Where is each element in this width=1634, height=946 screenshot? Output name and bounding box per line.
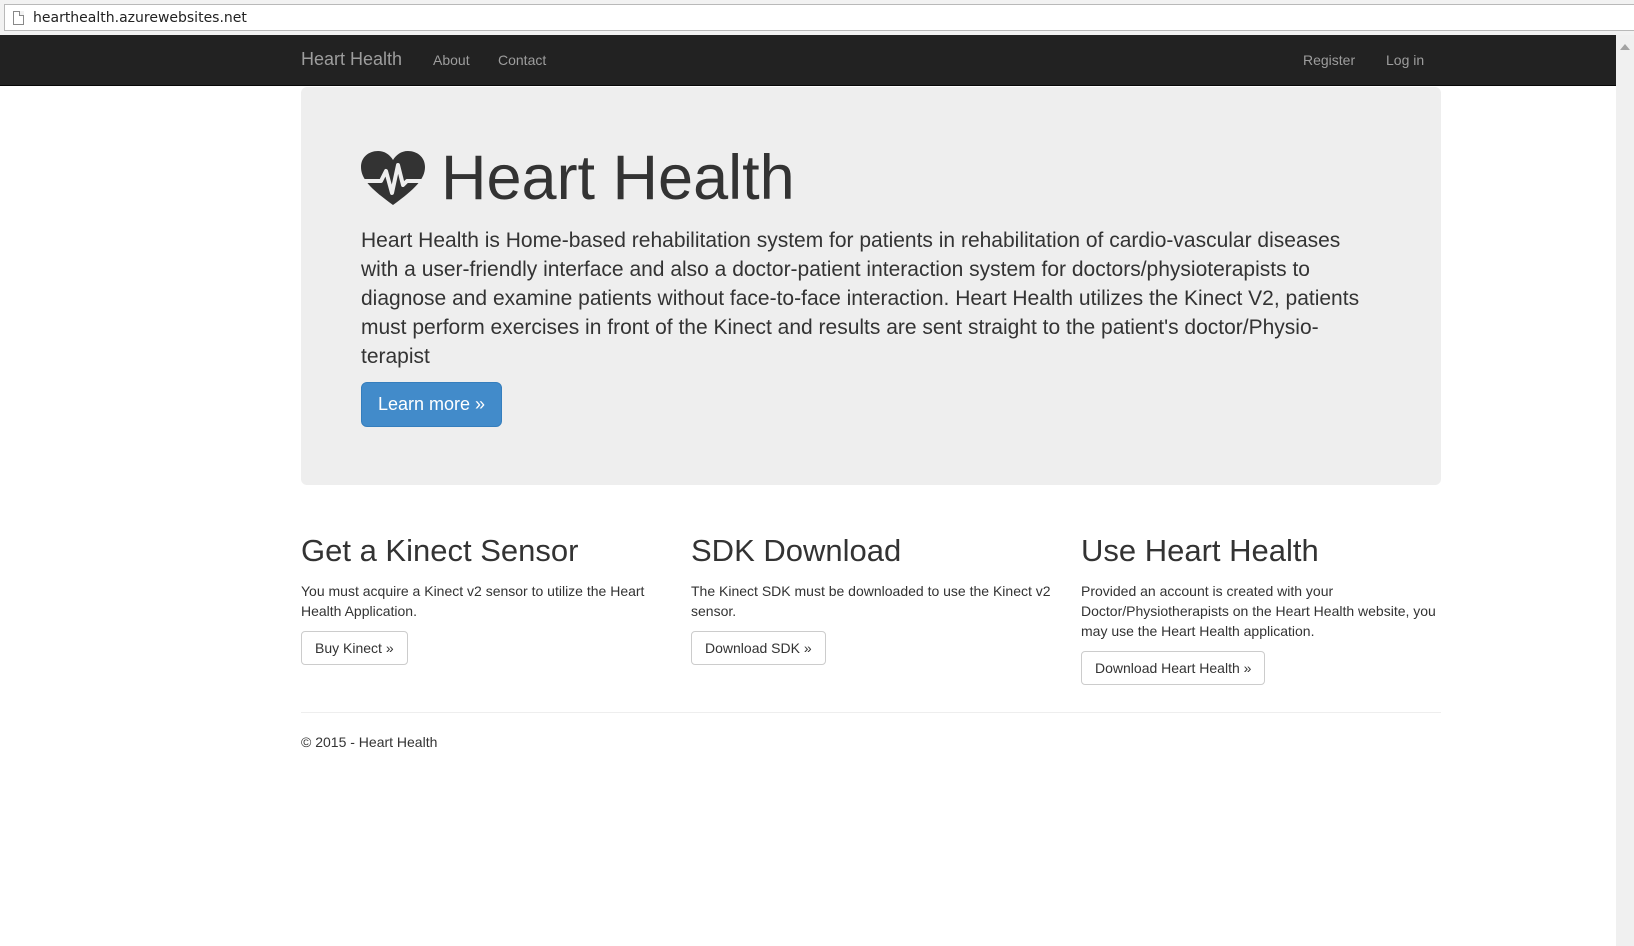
column-heading: Use Heart Health bbox=[1081, 533, 1319, 568]
column-text: You must acquire a Kinect v2 sensor to u… bbox=[301, 583, 645, 619]
vertical-scrollbar[interactable] bbox=[1616, 35, 1634, 946]
footer-copyright: © 2015 - Heart Health bbox=[301, 734, 438, 750]
jumbotron-lead: Heart Health is Home-based rehabilitatio… bbox=[361, 229, 1360, 368]
browser-address-bar: hearthealth.azurewebsites.net bbox=[0, 0, 1634, 35]
download-heart-health-button[interactable]: Download Heart Health » bbox=[1081, 651, 1266, 685]
nav-link-contact[interactable]: Contact bbox=[498, 52, 546, 68]
column-use-heart-health: Use Heart Health Provided an account is … bbox=[1081, 533, 1441, 685]
column-text: The Kinect SDK must be downloaded to use… bbox=[691, 583, 1051, 619]
footer-divider bbox=[301, 712, 1441, 713]
jumbotron-title: Heart Health bbox=[441, 143, 795, 213]
jumbotron-title-row: Heart Health bbox=[361, 147, 795, 210]
column-heading: Get a Kinect Sensor bbox=[301, 533, 579, 568]
heart-pulse-icon bbox=[361, 150, 425, 205]
page-icon bbox=[13, 10, 24, 25]
column-kinect: Get a Kinect Sensor You must acquire a K… bbox=[301, 533, 661, 665]
navbar-brand[interactable]: Heart Health bbox=[301, 49, 402, 70]
scroll-up-arrow-icon[interactable] bbox=[1620, 44, 1630, 50]
navbar: Heart Health About Contact Register Log … bbox=[0, 35, 1634, 86]
download-sdk-button[interactable]: Download SDK » bbox=[691, 631, 826, 665]
column-heading: SDK Download bbox=[691, 533, 902, 568]
nav-link-login[interactable]: Log in bbox=[1386, 52, 1424, 68]
column-sdk: SDK Download The Kinect SDK must be down… bbox=[691, 533, 1051, 665]
nav-link-register[interactable]: Register bbox=[1303, 52, 1355, 68]
jumbotron: Heart Health Heart Health is Home-based … bbox=[301, 87, 1441, 485]
url-field[interactable]: hearthealth.azurewebsites.net bbox=[4, 4, 1634, 31]
learn-more-button[interactable]: Learn more » bbox=[361, 382, 502, 427]
buy-kinect-button[interactable]: Buy Kinect » bbox=[301, 631, 408, 665]
url-text: hearthealth.azurewebsites.net bbox=[33, 9, 247, 26]
nav-link-about[interactable]: About bbox=[433, 52, 470, 68]
column-text: Provided an account is created with your… bbox=[1081, 583, 1436, 639]
